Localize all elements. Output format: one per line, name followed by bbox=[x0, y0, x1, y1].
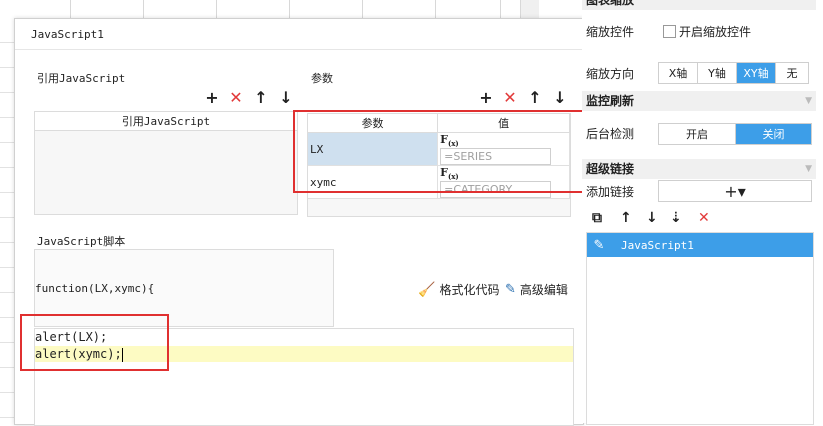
dialog-title: JavaScript1 bbox=[31, 28, 104, 41]
param-delete-icon[interactable]: ✕ bbox=[502, 88, 518, 107]
param-add-icon[interactable]: + bbox=[478, 88, 494, 107]
collapse-chevron-icon[interactable]: ▼ bbox=[805, 91, 812, 111]
edit-icon: ✎ bbox=[505, 282, 516, 297]
advanced-edit-label: 高级编辑 bbox=[519, 283, 568, 297]
link-item-label: JavaScript1 bbox=[621, 238, 694, 252]
ref-move-up-icon[interactable]: ↑ bbox=[253, 88, 269, 107]
bg-detect-on[interactable]: 开启 bbox=[659, 124, 736, 144]
ref-section-label: 引用JavaScript bbox=[37, 72, 126, 85]
zoom-dir-y[interactable]: Y轴 bbox=[698, 63, 737, 83]
zoom-enable-checkbox[interactable] bbox=[663, 25, 676, 38]
format-code-button[interactable]: 🧹 格式化代码 bbox=[418, 281, 499, 298]
bg-detect-label: 后台检测 bbox=[586, 127, 635, 141]
collapse-chevron-icon[interactable]: ▼ bbox=[805, 159, 812, 179]
format-code-label: 格式化代码 bbox=[439, 283, 500, 297]
sheet-row-lines bbox=[0, 18, 14, 423]
advanced-edit-button[interactable]: ✎ 高级编辑 bbox=[505, 281, 568, 298]
broom-icon: 🧹 bbox=[418, 281, 436, 298]
delete-icon[interactable]: ✕ bbox=[698, 210, 710, 226]
header-zoom: 图表缩放 bbox=[582, 0, 816, 10]
add-link-dropdown[interactable]: +▾ bbox=[658, 180, 812, 202]
header-monitor[interactable]: 监控刷新 ▼ bbox=[582, 91, 816, 111]
param-move-up-icon[interactable]: ↑ bbox=[527, 88, 543, 107]
ref-js-table[interactable]: 引用JavaScript bbox=[34, 111, 298, 215]
zoom-direction-segmented: X轴 Y轴 XY轴 无 bbox=[658, 62, 809, 84]
sort-icon[interactable]: ⇣ bbox=[670, 210, 682, 226]
zoom-dir-none[interactable]: 无 bbox=[776, 63, 808, 83]
ref-move-down-icon[interactable]: ↓ bbox=[278, 88, 294, 107]
ref-add-icon[interactable]: + bbox=[204, 88, 220, 107]
list-item[interactable]: ✎ JavaScript1 bbox=[587, 233, 813, 257]
move-up-icon[interactable]: ↑ bbox=[620, 210, 632, 226]
add-link-label: 添加链接 bbox=[586, 185, 635, 199]
script-section-label: JavaScript脚本 bbox=[37, 235, 126, 248]
annotation-box-params bbox=[293, 110, 593, 193]
ref-js-table-header: 引用JavaScript bbox=[35, 112, 297, 131]
zoom-dir-x[interactable]: X轴 bbox=[659, 63, 698, 83]
sheet-top-row bbox=[0, 0, 520, 19]
param-move-down-icon[interactable]: ↓ bbox=[552, 88, 568, 107]
plus-dropdown-icon: +▾ bbox=[724, 181, 746, 201]
header-hyperlink[interactable]: 超级链接 ▼ bbox=[582, 159, 816, 179]
zoom-enable-label: 开启缩放控件 bbox=[679, 25, 752, 39]
link-list: ✎ JavaScript1 bbox=[586, 232, 814, 425]
copy-icon[interactable]: ⧉ bbox=[592, 210, 602, 226]
annotation-box-code bbox=[20, 314, 169, 371]
zoom-direction-label: 缩放方向 bbox=[586, 67, 635, 81]
function-signature: function(LX,xymc){ bbox=[35, 282, 155, 295]
javascript-dialog: JavaScript1 引用JavaScript + ✕ ↑ ↓ 引用JavaS… bbox=[14, 18, 593, 426]
bg-detect-segmented: 开启 关闭 bbox=[658, 123, 812, 145]
pencil-icon[interactable]: ✎ bbox=[587, 238, 611, 253]
param-section-label: 参数 bbox=[311, 72, 333, 85]
move-down-icon[interactable]: ↓ bbox=[646, 210, 658, 226]
ref-delete-icon[interactable]: ✕ bbox=[228, 88, 244, 107]
bg-detect-off[interactable]: 关闭 bbox=[736, 124, 811, 144]
property-panel: 图表缩放 缩放控件 开启缩放控件 缩放方向 X轴 Y轴 XY轴 无 监控刷新 ▼ … bbox=[582, 0, 823, 425]
zoom-dir-xy[interactable]: XY轴 bbox=[737, 63, 776, 83]
zoom-control-label: 缩放控件 bbox=[586, 25, 635, 39]
